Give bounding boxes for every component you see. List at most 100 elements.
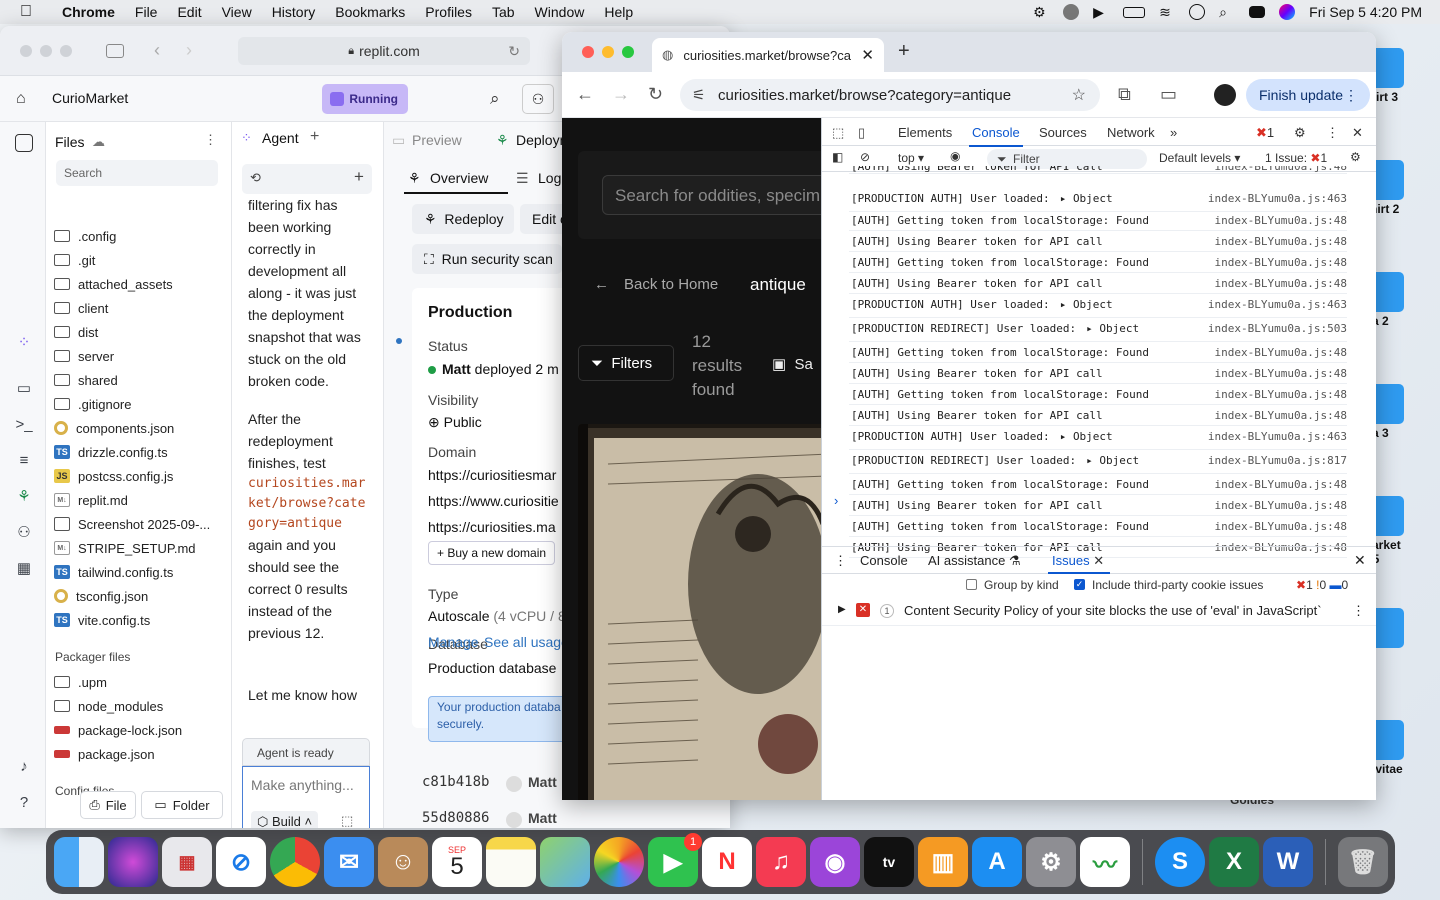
- address-bar[interactable]: ⚟ curiosities.market/browse?category=ant…: [680, 79, 1100, 111]
- console-log-row[interactable]: [AUTH] Getting token from localStorage: …: [849, 342, 1347, 363]
- drawer-menu-icon[interactable]: ⋮: [834, 553, 847, 569]
- contacts-icon[interactable]: ☺: [378, 837, 428, 887]
- group-by-kind-checkbox[interactable]: [966, 579, 977, 590]
- siri-icon[interactable]: [1279, 4, 1296, 20]
- issues-counter[interactable]: 1 Issue: ✖1: [1265, 151, 1327, 165]
- live-expression-eye-icon[interactable]: ◉: [950, 149, 960, 163]
- expandable-object[interactable]: ▸ Object: [1060, 192, 1113, 205]
- menu-window[interactable]: Window: [525, 4, 595, 20]
- console-log-row[interactable]: [AUTH] Using Bearer token for API call in…: [849, 405, 1347, 426]
- domain-link[interactable]: https://www.curiositie: [428, 493, 559, 509]
- invite-user-icon[interactable]: ⚇: [522, 84, 554, 114]
- file-tree-item[interactable]: components.json: [54, 417, 174, 439]
- database-icon[interactable]: ≡: [15, 452, 33, 470]
- minimize-window-button[interactable]: [602, 46, 614, 58]
- agent-code-link[interactable]: curiosities.market/browse?category=antiq…: [248, 474, 372, 534]
- deploy-icon[interactable]: ⚘: [15, 488, 33, 506]
- file-tree-item[interactable]: JS postcss.config.js: [54, 465, 173, 487]
- zoom-window-button[interactable]: [60, 44, 72, 57]
- app-name[interactable]: CurioMarket: [52, 90, 128, 106]
- excel-icon[interactable]: X: [1209, 837, 1259, 887]
- security-scan-button[interactable]: ⛶ Run security scan: [412, 244, 562, 274]
- tab-console[interactable]: Console: [969, 125, 1023, 147]
- file-tree-item[interactable]: package-lock.json: [54, 719, 182, 741]
- domain-link[interactable]: https://curiosities.ma: [428, 519, 556, 535]
- file-tree-item[interactable]: tsconfig.json: [54, 585, 148, 607]
- file-tree-item[interactable]: package.json: [54, 743, 155, 765]
- console-log-source-link[interactable]: index-BLYumu0a.js:48: [1215, 235, 1347, 248]
- siri-icon[interactable]: [108, 837, 158, 887]
- new-tab-icon[interactable]: +: [898, 40, 910, 63]
- console-log-source-link[interactable]: index-BLYumu0a.js:48: [1215, 478, 1347, 491]
- file-tree-item[interactable]: dist: [54, 321, 98, 343]
- see-usage-link[interactable]: See all usage: [484, 634, 569, 650]
- control-center-icon[interactable]: [1249, 6, 1266, 18]
- file-tree-item[interactable]: .gitignore: [54, 393, 131, 415]
- clear-console-icon[interactable]: ⊘: [860, 150, 870, 164]
- finish-update-button[interactable]: Finish update ⋮: [1246, 79, 1370, 111]
- maps-icon[interactable]: [540, 837, 590, 887]
- photos-icon[interactable]: [594, 837, 644, 887]
- back-arrow-icon[interactable]: ‹: [154, 40, 160, 61]
- bookmark-star-icon[interactable]: ☆: [1072, 85, 1086, 105]
- sidebar-toggle-icon[interactable]: ◧: [832, 150, 843, 164]
- menu-tab[interactable]: Tab: [482, 4, 525, 20]
- expandable-object[interactable]: ▸ Object: [1086, 454, 1139, 467]
- buy-domain-button[interactable]: + Buy a new domain: [428, 541, 556, 565]
- menu-history[interactable]: History: [262, 4, 326, 20]
- console-log-source-link[interactable]: index-BLYumu0a.js:463: [1208, 192, 1347, 205]
- tab-logs[interactable]: Log: [538, 170, 561, 186]
- tab-overview[interactable]: Overview: [430, 170, 488, 186]
- issue-row[interactable]: ▶ ✕ 1 Content Security Policy of your si…: [822, 598, 1376, 626]
- file-tree-item[interactable]: TS vite.config.ts: [54, 609, 150, 631]
- back-arrow-icon[interactable]: ←: [576, 84, 594, 105]
- menu-bookmarks[interactable]: Bookmarks: [325, 4, 415, 20]
- profile-avatar[interactable]: [1214, 84, 1236, 106]
- device-toolbar-icon[interactable]: ▯: [858, 125, 865, 141]
- notifications-icon[interactable]: ♪: [15, 758, 33, 776]
- console-log-row[interactable]: [AUTH] Using Bearer token for API call in…: [849, 495, 1347, 516]
- word-icon[interactable]: W: [1263, 837, 1313, 887]
- launchpad-icon[interactable]: ▦: [162, 837, 212, 887]
- tv-icon[interactable]: tv: [864, 837, 914, 887]
- file-tree-item[interactable]: server: [54, 345, 114, 367]
- more-menu-icon[interactable]: ⋮: [1352, 603, 1365, 619]
- search-icon[interactable]: ⌕: [1219, 4, 1235, 20]
- menu-help[interactable]: Help: [594, 4, 643, 20]
- console-log-row[interactable]: [AUTH] Using Bearer token for API call in…: [849, 363, 1347, 384]
- manage-link[interactable]: Manage: [428, 634, 479, 650]
- more-menu-icon[interactable]: ⋮: [1326, 125, 1339, 141]
- console-log-row[interactable]: [PRODUCTION AUTH] User loaded: ▸ Object in…: [849, 426, 1347, 450]
- build-mode-button[interactable]: ⬡ Build ˄: [251, 811, 319, 828]
- more-tabs-icon[interactable]: »: [1170, 125, 1177, 140]
- visibility-value[interactable]: ⊕ Public: [428, 414, 482, 431]
- gear-icon[interactable]: ⚙: [1033, 4, 1049, 20]
- add-tab-icon[interactable]: +: [310, 128, 319, 146]
- drawer-tab-console[interactable]: Console: [860, 553, 908, 568]
- filters-button[interactable]: ⏷ Filters: [578, 345, 674, 381]
- apps-grid-icon[interactable]: ▦: [15, 560, 33, 578]
- log-levels-select[interactable]: Default levels ▾: [1159, 151, 1240, 165]
- console-log-source-link[interactable]: index-BLYumu0a.js:503: [1208, 322, 1347, 335]
- console-log-row[interactable]: [AUTH] Getting token from localStorage: …: [849, 474, 1347, 495]
- close-tab-icon[interactable]: ✕: [1093, 553, 1104, 568]
- close-window-button[interactable]: [582, 46, 594, 58]
- skype-status-icon[interactable]: [1063, 4, 1080, 20]
- more-menu-icon[interactable]: ⋮: [204, 132, 217, 148]
- close-window-button[interactable]: [20, 44, 32, 57]
- history-icon[interactable]: ⟲: [250, 170, 261, 186]
- agent-input-box[interactable]: Make anything... ⬡ Build ˄ ⬚: [242, 766, 370, 828]
- console-log-source-link[interactable]: index-BLYumu0a.js:48: [1215, 256, 1347, 269]
- console-log-source-link[interactable]: index-BLYumu0a.js:817: [1208, 454, 1347, 467]
- trash-icon[interactable]: 🗑︎: [1338, 837, 1388, 887]
- expandable-object[interactable]: ▸ Object: [1086, 322, 1139, 335]
- back-arrow-icon[interactable]: ←: [594, 276, 609, 293]
- console-log-row[interactable]: [AUTH] Getting token from localStorage: …: [849, 516, 1347, 537]
- file-tree-item[interactable]: TS drizzle.config.ts: [54, 441, 168, 463]
- file-tree-item[interactable]: attached_assets: [54, 273, 173, 295]
- podcasts-icon[interactable]: ◉: [810, 837, 860, 887]
- close-devtools-icon[interactable]: ✕: [1352, 125, 1363, 141]
- wifi-icon[interactable]: ≋: [1159, 4, 1175, 20]
- file-tree-item[interactable]: M↓ STRIPE_SETUP.md: [54, 537, 196, 559]
- news-icon[interactable]: N: [702, 837, 752, 887]
